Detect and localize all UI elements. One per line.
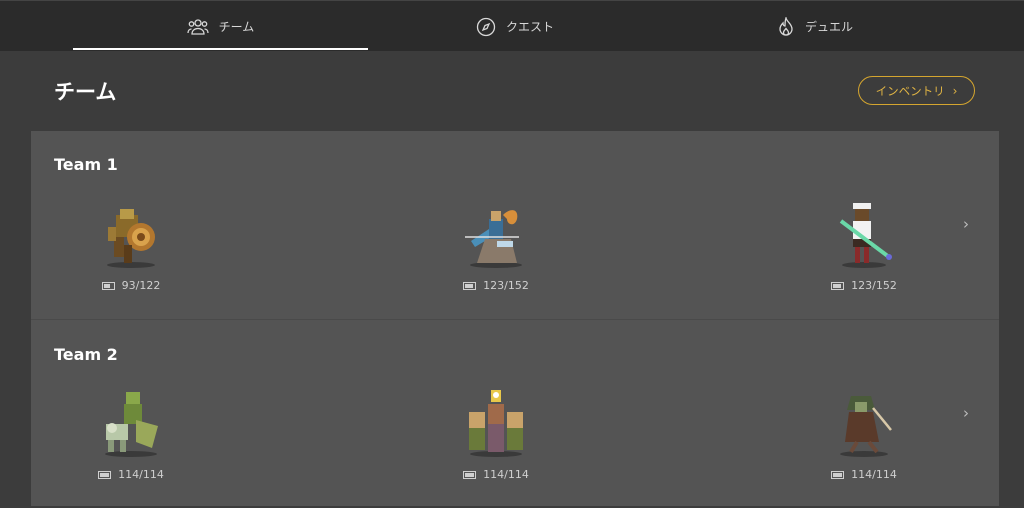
- flame-icon: [777, 16, 795, 37]
- gunner-girl-sprite: [839, 203, 892, 268]
- unit-slot[interactable]: 114/114: [76, 390, 186, 500]
- teams-panel: Team 1 93/122 123/152 123/152 › Team 2 1…: [31, 131, 999, 506]
- unit-slot[interactable]: 93/122: [76, 201, 186, 311]
- battery-icon: [831, 281, 845, 290]
- stamina-value: 123/152: [851, 279, 897, 292]
- page-title: チーム: [54, 80, 117, 104]
- tab-quest-label: クエスト: [505, 20, 554, 34]
- stamina-readout: 93/122: [101, 279, 161, 292]
- tab-duel-label: デュエル: [804, 20, 853, 34]
- stamina-readout: 114/114: [463, 468, 529, 481]
- team-card-2[interactable]: Team 2 114/114 114/114 114/114 ›: [31, 319, 999, 508]
- unit-slot[interactable]: 114/114: [809, 390, 919, 500]
- stamina-value: 93/122: [121, 279, 161, 292]
- chevron-right-icon[interactable]: ›: [963, 215, 969, 233]
- stamina-readout: 123/152: [831, 279, 897, 292]
- stamina-readout: 114/114: [98, 468, 164, 481]
- people-icon: [187, 18, 209, 36]
- team-name: Team 2: [54, 345, 118, 364]
- unit-slot[interactable]: 123/152: [809, 201, 919, 311]
- stamina-value: 114/114: [483, 468, 529, 481]
- chevron-right-icon[interactable]: ›: [963, 404, 969, 422]
- inventory-button[interactable]: インベントリ ›: [858, 76, 975, 105]
- tab-team-label: チーム: [218, 20, 255, 34]
- battery-icon: [98, 470, 112, 479]
- blue-mage-sprite: [465, 210, 522, 268]
- battery-icon: [463, 281, 477, 290]
- battery-icon: [101, 281, 115, 290]
- stamina-value: 114/114: [851, 468, 897, 481]
- stamina-readout: 123/152: [463, 279, 529, 292]
- inventory-label: インベントリ: [875, 83, 945, 98]
- battery-icon: [463, 470, 477, 479]
- tab-duel[interactable]: デュエル: [700, 1, 930, 52]
- hooded-swordsman-sprite: [840, 396, 892, 457]
- team-name: Team 1: [54, 155, 118, 174]
- stamina-value: 114/114: [118, 468, 164, 481]
- top-nav: チーム クエスト デュエル: [0, 0, 1024, 51]
- battery-icon: [831, 470, 845, 479]
- team-card-1[interactable]: Team 1 93/122 123/152 123/152 ›: [31, 131, 999, 320]
- stamina-value: 123/152: [483, 279, 529, 292]
- chevron-right-icon: ›: [952, 83, 958, 98]
- unit-slot[interactable]: 123/152: [441, 201, 551, 311]
- tab-team[interactable]: チーム: [73, 1, 368, 52]
- stamina-readout: 114/114: [831, 468, 897, 481]
- tab-quest[interactable]: クエスト: [400, 1, 630, 52]
- orc-with-beast-sprite: [105, 392, 158, 457]
- armored-warrior-sprite: [107, 209, 155, 268]
- trio-with-lantern-sprite: [469, 390, 523, 457]
- compass-icon: [476, 17, 496, 37]
- unit-slot[interactable]: 114/114: [441, 390, 551, 500]
